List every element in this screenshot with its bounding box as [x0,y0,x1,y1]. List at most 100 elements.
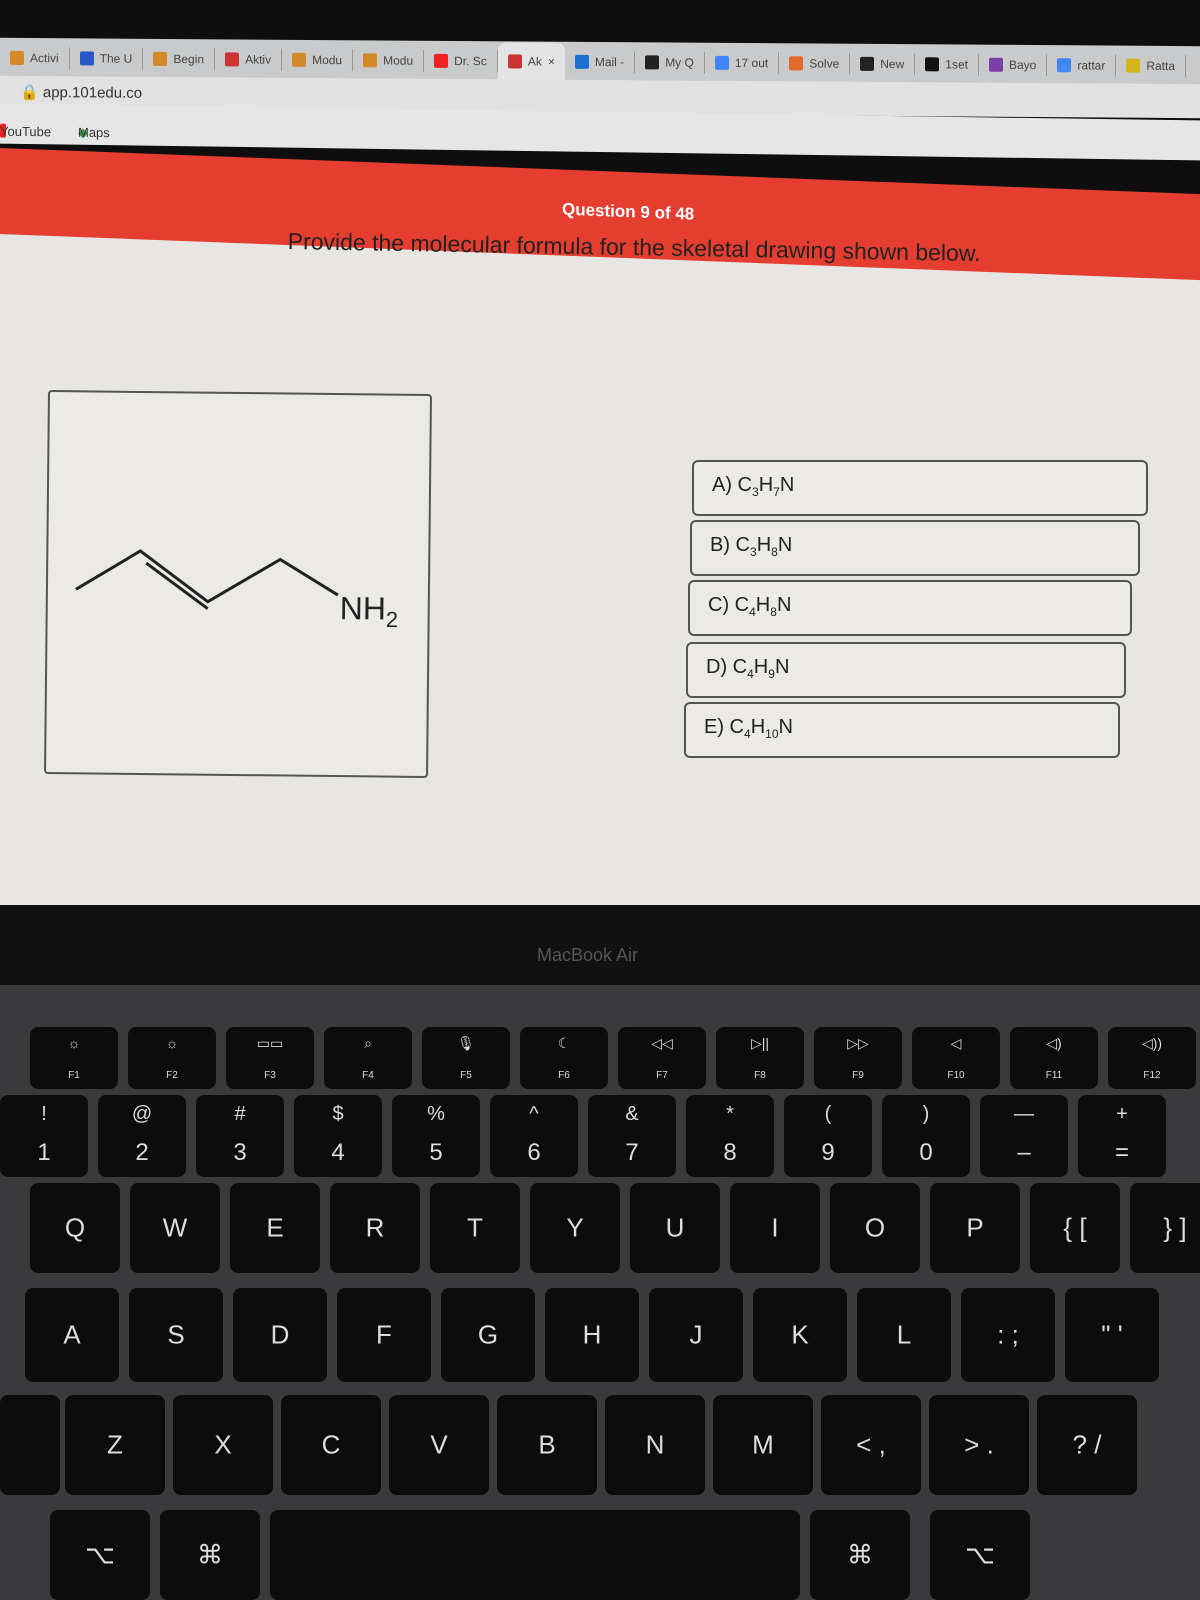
keyboard-key[interactable]: & 7 [588,1095,676,1177]
key-shift-label: $ [332,1103,344,1125]
browser-tab[interactable]: Ratta [1116,54,1187,78]
answer-option[interactable]: B) C3H8N [690,520,1140,576]
key-label: I [771,1212,779,1243]
browser-tab[interactable]: Solve [779,52,851,75]
keyboard-key[interactable]: ▭▭ F3 [226,1027,314,1089]
keyboard-key[interactable] [0,1395,60,1495]
keyboard-key[interactable] [270,1510,800,1600]
keyboard-key[interactable]: + = [1078,1095,1166,1177]
browser-tab[interactable]: Ak × [497,42,565,81]
keyboard-key[interactable]: Y [530,1183,620,1273]
url-field[interactable]: 🔒 app.101edu.co [20,83,142,102]
keyboard-key[interactable]: W [130,1183,220,1273]
browser-tab[interactable]: Dr. Sc [424,49,498,73]
keyboard-key[interactable]: * 8 [686,1095,774,1177]
answer-option[interactable]: D) C4H9N [686,642,1126,698]
keyboard-key[interactable]: ☾ F6 [520,1027,608,1089]
keyboard-key[interactable]: F [337,1288,431,1382]
keyboard-key[interactable]: G [441,1288,535,1382]
answer-option[interactable]: C) C4H8N [688,580,1132,636]
key-label: F9 [852,1070,864,1081]
keyboard-key[interactable]: ! 1 [0,1095,88,1177]
browser-tab[interactable]: rattar [1047,54,1117,77]
tab-close-icon[interactable]: × [548,55,555,69]
keyboard-key[interactable]: > . [929,1395,1029,1495]
keyboard-key[interactable]: L [857,1288,951,1382]
keyboard-key[interactable]: H [545,1288,639,1382]
keyboard-key[interactable]: — – [980,1095,1068,1177]
keyboard-key[interactable]: $4 [294,1095,382,1177]
keyboard-key[interactable]: < , [821,1395,921,1495]
keyboard-key[interactable]: ◁◁ F7 [618,1027,706,1089]
key-label: J [689,1319,703,1350]
keyboard-key[interactable]: #3 [196,1095,284,1177]
browser-tab[interactable]: Begin [143,47,216,71]
tab-label: New [880,56,905,72]
keyboard-key[interactable]: (9 [784,1095,872,1177]
keyboard-key[interactable]: ⌥ [930,1510,1030,1600]
browser-tab[interactable]: Mail - [564,50,636,74]
browser-tab[interactable]: Modu [353,49,425,72]
browser-tab[interactable]: Aktiv [215,48,283,71]
browser-tab[interactable]: The U [69,47,144,70]
key-shift-label: ) [922,1103,930,1125]
keyboard-key[interactable]: B [497,1395,597,1495]
browser-tab[interactable]: Bayo [978,53,1048,77]
keyboard-key[interactable]: C [281,1395,381,1495]
keyboard-key[interactable]: A [25,1288,119,1382]
keyboard-key[interactable]: Q [30,1183,120,1273]
keyboard-key[interactable]: X [173,1395,273,1495]
keyboard-key[interactable]: P [930,1183,1020,1273]
keyboard-key[interactable]: U [630,1183,720,1273]
tab-favicon-icon [988,57,1003,72]
answer-option[interactable]: E) C4H10N [684,702,1120,758]
keyboard-key[interactable]: ^ 6 [490,1095,578,1177]
keyboard-key[interactable]: I [730,1183,820,1273]
keyboard-key[interactable]: " ' [1065,1288,1159,1382]
keyboard-key[interactable]: ☼ F2 [128,1027,216,1089]
keyboard-key[interactable]: E [230,1183,320,1273]
keyboard-key[interactable]: S [129,1288,223,1382]
keyboard-key[interactable]: N [605,1395,705,1495]
keyboard-key[interactable]: ◁ F10 [912,1027,1000,1089]
keyboard-key[interactable]: @2 [98,1095,186,1177]
keyboard-key[interactable]: ◁) F11 [1010,1027,1098,1089]
keyboard-key[interactable]: Z [65,1395,165,1495]
keyboard-key[interactable]: ⌥ [50,1510,150,1600]
keyboard-key[interactable]: ? / [1037,1395,1137,1495]
keyboard-key[interactable]: ▷▷ F9 [814,1027,902,1089]
keyboard-key[interactable]: R [330,1183,420,1273]
keyboard-key[interactable]: ⌕ F4 [324,1027,412,1089]
answer-option[interactable]: A) C3H7N [692,460,1148,516]
keyboard-key[interactable]: ▷|| F8 [716,1027,804,1089]
browser-tab[interactable]: 17 out [704,51,780,75]
browser-tab[interactable]: Activi [0,46,70,70]
tab-label: Begin [173,52,205,67]
keyboard-key[interactable]: ◁)) F12 [1108,1027,1196,1089]
keyboard-key[interactable]: D [233,1288,327,1382]
keyboard-key[interactable]: J [649,1288,743,1382]
key-label: D [270,1319,290,1350]
key-shift-label: ^ [529,1103,539,1125]
browser-tab[interactable]: Modu [282,48,354,72]
keyboard-key[interactable]: K [753,1288,847,1382]
keyboard-key[interactable]: 🎙 F5 [422,1027,510,1089]
keyboard-key[interactable]: V [389,1395,489,1495]
keyboard-key[interactable]: ) 0 [882,1095,970,1177]
keyboard-key[interactable]: % 5 [392,1095,480,1177]
browser-tab[interactable]: My Q [635,51,705,74]
keyboard-key[interactable]: ⌘ [160,1510,260,1600]
browser-tab[interactable]: 1set [915,53,979,76]
tab-label: Modu [312,52,343,68]
keyboard-key[interactable]: M [713,1395,813,1495]
keyboard-key[interactable]: { [ [1030,1183,1120,1273]
keyboard-key[interactable]: : ; [961,1288,1055,1382]
carbon-count: 4 [749,605,756,619]
keyboard-key[interactable]: } ] [1130,1183,1200,1273]
key-label: = [1114,1139,1129,1166]
keyboard-key[interactable]: T [430,1183,520,1273]
keyboard-key[interactable]: ⌘ [810,1510,910,1600]
keyboard-key[interactable]: ☼ F1 [30,1027,118,1089]
browser-tab[interactable]: New [850,52,916,76]
keyboard-key[interactable]: O [830,1183,920,1273]
